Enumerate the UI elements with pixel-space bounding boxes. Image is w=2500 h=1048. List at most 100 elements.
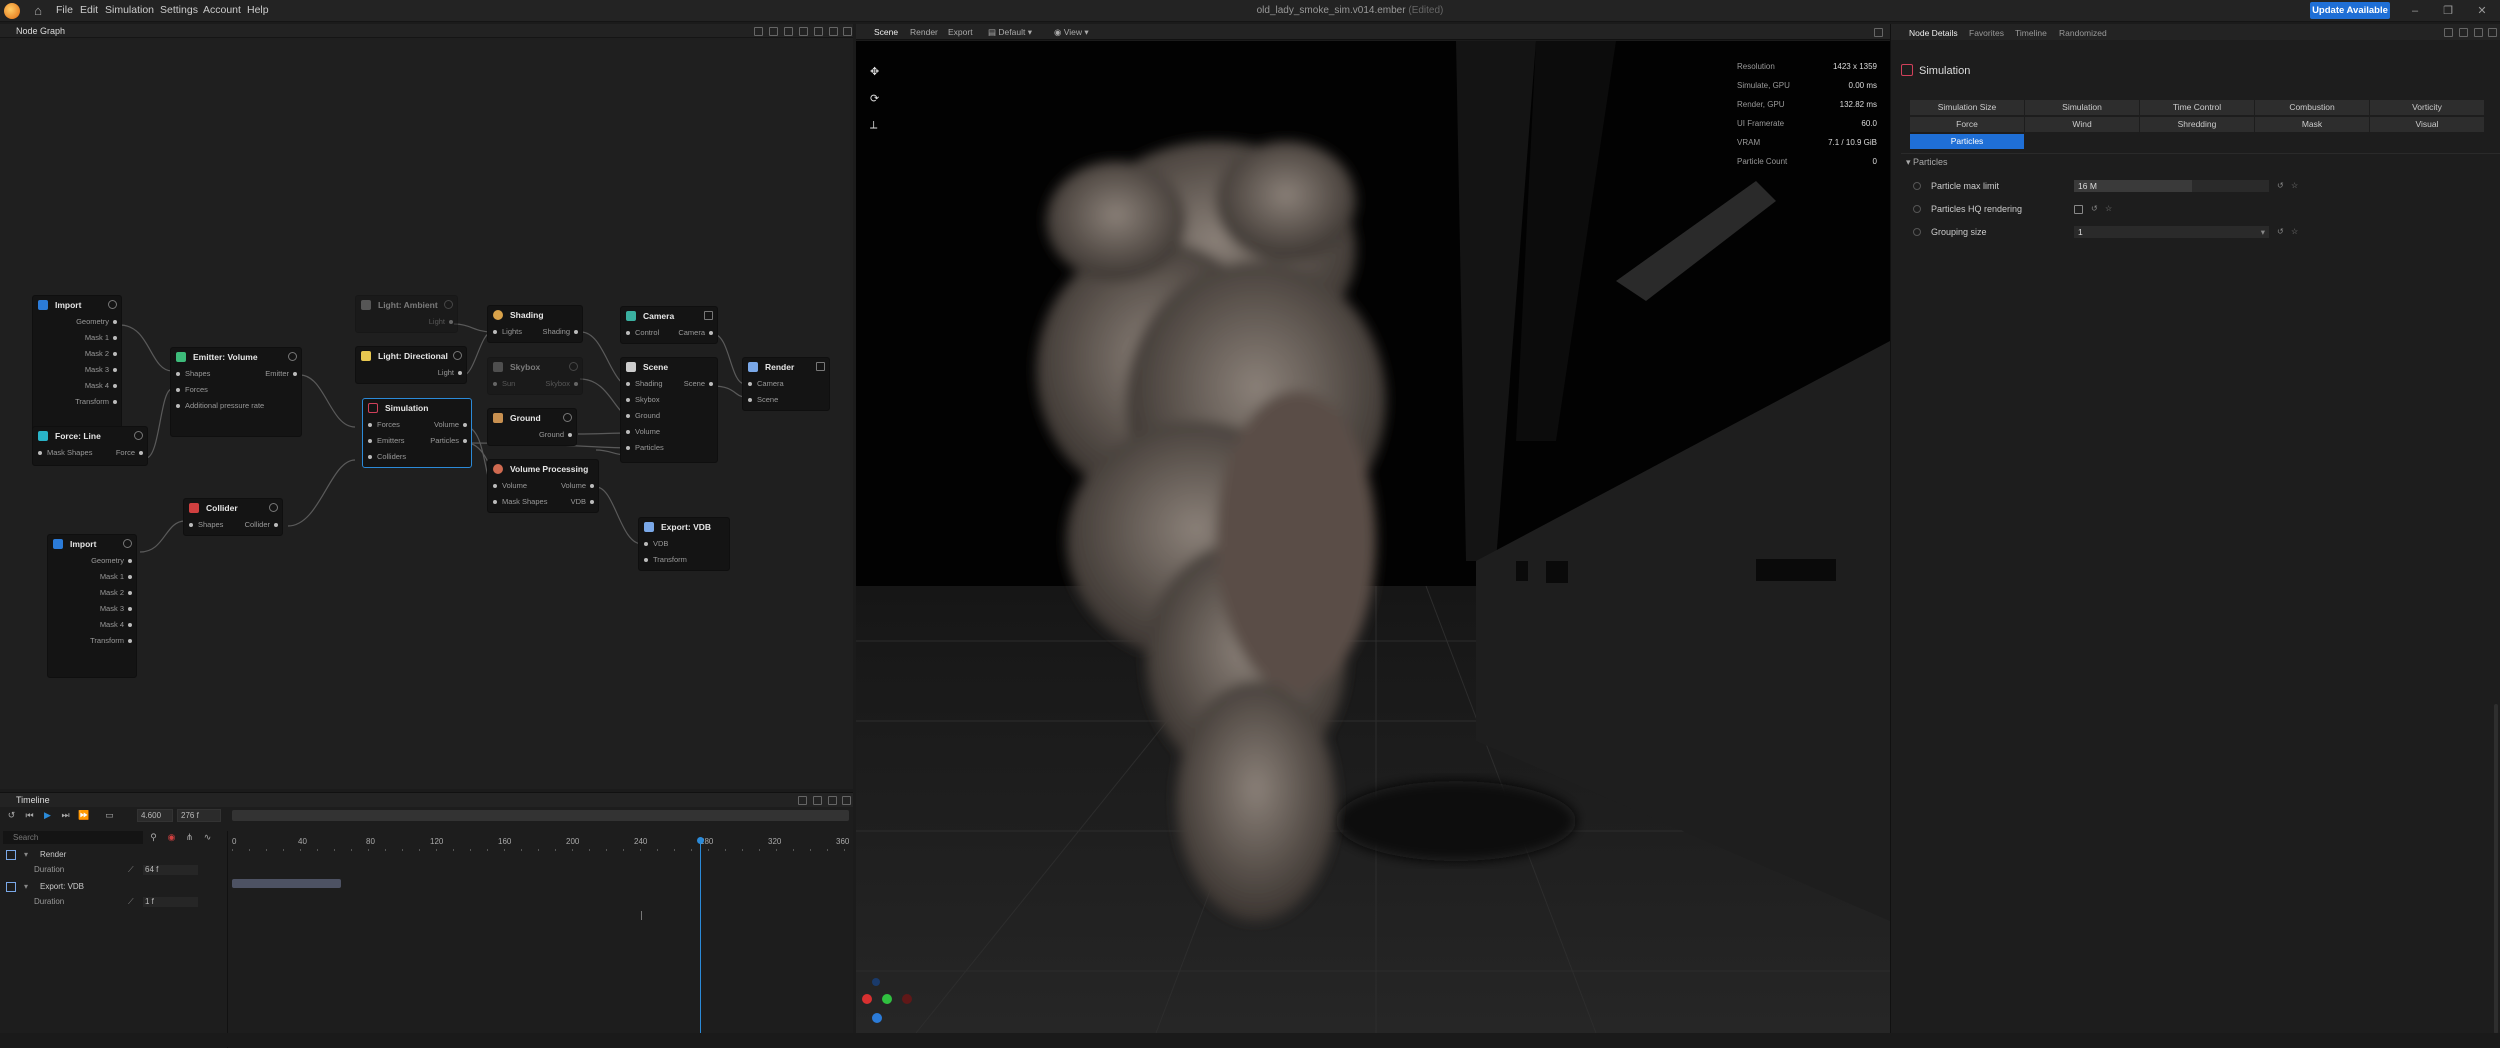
node-shading[interactable]: Shading Lights Shading bbox=[487, 305, 583, 343]
track-export-vdb[interactable]: ▾ Export: VDB bbox=[0, 880, 228, 894]
tab-particles[interactable]: Particles bbox=[1910, 134, 2024, 149]
port-skybox[interactable]: Skybox bbox=[621, 392, 717, 408]
port-mask-3[interactable]: Mask 3 bbox=[48, 601, 136, 617]
current-frame-field[interactable]: 276 f bbox=[177, 809, 221, 822]
preset-dropdown[interactable]: ▤ Default ▾ bbox=[988, 27, 1032, 38]
port-camera[interactable]: Camera bbox=[743, 376, 829, 392]
node-camera[interactable]: Camera Control Camera bbox=[620, 306, 718, 344]
section-particles[interactable]: ▾ Particles bbox=[1906, 157, 1948, 168]
tab-node-details[interactable]: Node Details bbox=[1909, 28, 1958, 38]
node-scene[interactable]: Scene Shading Scene Skybox Ground Volume … bbox=[620, 357, 718, 463]
expand-icon[interactable]: ▾ bbox=[24, 848, 28, 862]
param-value[interactable]: 64 f bbox=[143, 865, 198, 875]
node-skybox[interactable]: Skybox Sun Skybox bbox=[487, 357, 583, 395]
node-ground[interactable]: Ground Ground bbox=[487, 408, 577, 446]
port-row[interactable]: Shading Scene bbox=[621, 376, 717, 392]
timeline-panel[interactable]: Timeline ↺ ⏮ ▶ ⏭ ⏩ ▭ 4.600 276 f Search … bbox=[0, 792, 853, 1048]
gizmo-x-axis-icon[interactable] bbox=[862, 994, 872, 1004]
view-dropdown[interactable]: ◉ View ▾ bbox=[1054, 27, 1089, 38]
port-row[interactable]: Lights Shading bbox=[488, 324, 582, 340]
tab-simulation-size[interactable]: Simulation Size bbox=[1910, 100, 2024, 115]
star-icon[interactable] bbox=[2459, 28, 2468, 37]
port-forces[interactable]: Forces bbox=[171, 382, 301, 398]
port-row[interactable]: Sun Skybox bbox=[488, 376, 582, 392]
power-icon[interactable] bbox=[444, 300, 453, 309]
port-row[interactable]: Shapes Emitter bbox=[171, 366, 301, 382]
param-value[interactable]: 1 f bbox=[143, 897, 198, 907]
port-mask-2[interactable]: Mask 2 bbox=[48, 585, 136, 601]
port-geometry[interactable]: Geometry bbox=[48, 553, 136, 569]
port-mask-4[interactable]: Mask 4 bbox=[33, 378, 121, 394]
reset-icon[interactable]: ↺ bbox=[2277, 182, 2285, 190]
reset-icon[interactable]: ↺ bbox=[2277, 228, 2285, 236]
power-icon[interactable] bbox=[123, 539, 132, 548]
port-geometry[interactable]: Geometry bbox=[33, 314, 121, 330]
port-vdb[interactable]: VDB bbox=[639, 536, 729, 552]
snap-icon[interactable]: ⋔ bbox=[184, 832, 195, 843]
node-light-ambient[interactable]: Light: Ambient Light bbox=[355, 295, 458, 333]
menu-simulation[interactable]: Simulation bbox=[105, 4, 154, 16]
node-collider[interactable]: Collider Shapes Collider bbox=[183, 498, 283, 536]
curve-icon[interactable]: ⟋ bbox=[128, 895, 134, 909]
port-row[interactable]: Control Camera bbox=[621, 325, 717, 341]
favorite-toggle-icon[interactable] bbox=[1913, 228, 1921, 236]
expand-node-icon[interactable] bbox=[704, 311, 713, 320]
port-transform[interactable]: Transform bbox=[48, 633, 136, 649]
star-icon[interactable]: ☆ bbox=[2105, 205, 2113, 213]
port-mask-3[interactable]: Mask 3 bbox=[33, 362, 121, 378]
node-emitter-volume[interactable]: Emitter: Volume Shapes Emitter Forces Add… bbox=[170, 347, 302, 437]
port-ground-out[interactable]: Ground bbox=[488, 427, 576, 443]
node-render[interactable]: Render Camera Scene bbox=[742, 357, 830, 411]
power-icon[interactable] bbox=[453, 351, 462, 360]
details-scrollbar[interactable] bbox=[2494, 704, 2498, 1034]
timeline-ruler[interactable]: 0 40 80 120 160 200 240 280 320 360 bbox=[232, 837, 853, 847]
port-mask-1[interactable]: Mask 1 bbox=[33, 330, 121, 346]
tab-time-control[interactable]: Time Control bbox=[2140, 100, 2254, 115]
loop-icon[interactable]: ↺ bbox=[6, 810, 17, 821]
fullscreen-icon[interactable] bbox=[828, 796, 837, 805]
port-row[interactable]: Volume Volume bbox=[488, 478, 598, 494]
port-mask-2[interactable]: Mask 2 bbox=[33, 346, 121, 362]
curves-icon[interactable]: ∿ bbox=[202, 832, 213, 843]
tab-export[interactable]: Export bbox=[948, 27, 973, 37]
menu-file[interactable]: File bbox=[56, 4, 73, 16]
collapse-icon[interactable] bbox=[813, 796, 822, 805]
node-export-vdb[interactable]: Export: VDB VDB Transform bbox=[638, 517, 730, 571]
play-icon[interactable]: ▶ bbox=[42, 810, 53, 821]
gizmo-z-axis-icon[interactable] bbox=[872, 1013, 882, 1023]
tab-timeline[interactable]: Timeline bbox=[2015, 28, 2047, 38]
timeline-search-input[interactable]: Search bbox=[3, 831, 143, 844]
power-icon[interactable] bbox=[288, 352, 297, 361]
power-icon[interactable] bbox=[563, 413, 572, 422]
record-icon[interactable]: ◉ bbox=[166, 832, 177, 843]
node-simulation[interactable]: Simulation Forces Volume Emitters Particle… bbox=[362, 398, 472, 468]
track-param[interactable]: Duration ⟋ 64 f bbox=[0, 863, 228, 877]
maximize-icon[interactable]: ❐ bbox=[2438, 3, 2458, 19]
tab-shredding[interactable]: Shredding bbox=[2140, 117, 2254, 132]
port-light[interactable]: Light bbox=[356, 314, 457, 330]
playback-speed-field[interactable]: 4.600 bbox=[137, 809, 173, 822]
filter-icon[interactable]: ⚲ bbox=[148, 832, 159, 843]
menu-edit[interactable]: Edit bbox=[80, 4, 98, 16]
port-row[interactable]: Emitters Particles bbox=[363, 433, 471, 449]
menu-account[interactable]: Account bbox=[203, 4, 241, 16]
tab-favorites[interactable]: Favorites bbox=[1969, 28, 2004, 38]
orbit-tool-icon[interactable]: ⟳ bbox=[870, 92, 879, 105]
grouping-size-dropdown[interactable]: 1 ▾ bbox=[2074, 226, 2269, 238]
update-available-button[interactable]: Update Available bbox=[2310, 2, 2390, 19]
gizmo-y-axis-icon[interactable] bbox=[882, 994, 892, 1004]
port-colliders[interactable]: Colliders bbox=[363, 449, 471, 465]
port-scene[interactable]: Scene bbox=[743, 392, 829, 408]
particle-max-limit-field[interactable]: 16 M bbox=[2074, 180, 2269, 192]
port-row[interactable]: Shapes Collider bbox=[184, 517, 282, 533]
node-import-1[interactable]: Import Geometry Mask 1 Mask 2 Mask 3 Mas… bbox=[32, 295, 122, 439]
port-particles[interactable]: Particles bbox=[621, 440, 717, 456]
tab-wind[interactable]: Wind bbox=[2025, 117, 2139, 132]
port-row[interactable]: Mask Shapes Force bbox=[33, 445, 147, 461]
particles-hq-checkbox[interactable] bbox=[2074, 205, 2083, 214]
tab-scene[interactable]: Scene bbox=[874, 27, 898, 37]
track-param[interactable]: Duration ⟋ 1 f bbox=[0, 895, 228, 909]
expand-icon[interactable] bbox=[798, 796, 807, 805]
step-back-icon[interactable]: ⏮ bbox=[24, 810, 35, 821]
menu-settings[interactable]: Settings bbox=[160, 4, 198, 16]
